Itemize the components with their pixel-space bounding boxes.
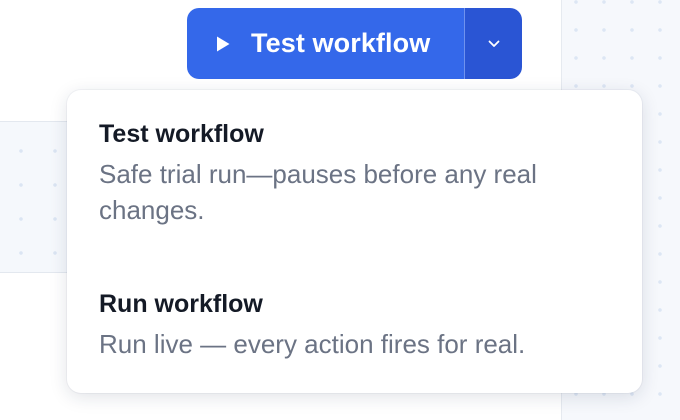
menu-item-run-workflow[interactable]: Run workflow Run live — every action fir… — [99, 288, 618, 362]
menu-item-title: Test workflow — [99, 120, 264, 148]
test-workflow-label: Test workflow — [251, 28, 431, 58]
menu-item-title: Run workflow — [99, 290, 263, 318]
menu-item-test-workflow[interactable]: Test workflow Safe trial run—pauses befo… — [99, 118, 618, 228]
menu-item-description: Run live — every action fires for real. — [99, 329, 526, 359]
run-options-toggle[interactable] — [465, 8, 522, 79]
play-icon — [215, 35, 231, 53]
menu-item-description: Safe trial run—pauses before any real ch… — [99, 159, 537, 225]
test-workflow-button[interactable]: Test workflow — [187, 8, 464, 79]
test-workflow-split-button: Test workflow — [187, 8, 522, 79]
run-options-menu: Test workflow Safe trial run—pauses befo… — [67, 90, 642, 393]
chevron-down-icon — [488, 40, 500, 48]
